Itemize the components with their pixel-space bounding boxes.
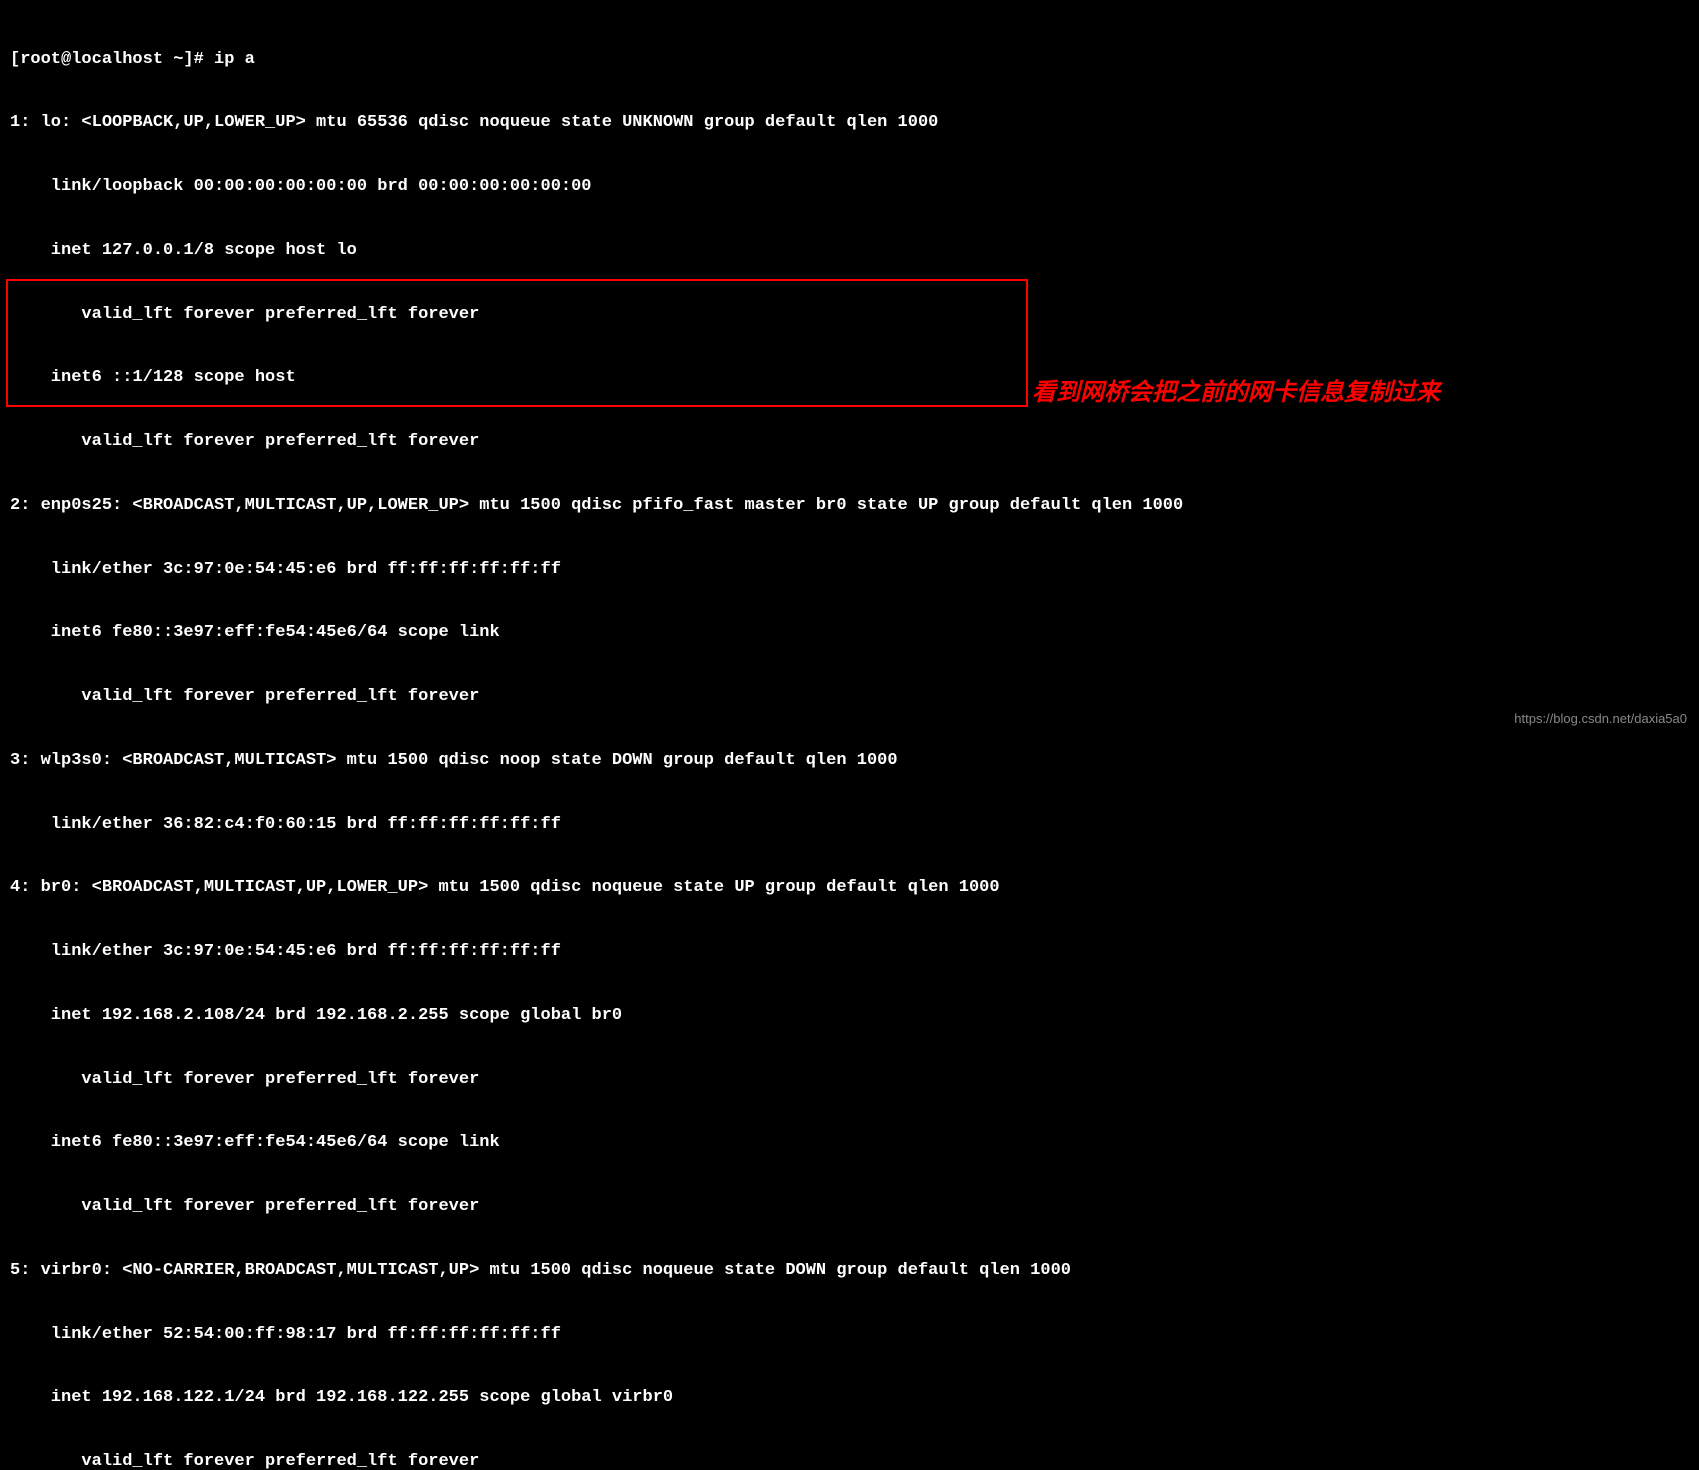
output-line: 2: enp0s25: <BROADCAST,MULTICAST,UP,LOWE… [10,495,1689,516]
output-line: inet6 fe80::3e97:eff:fe54:45e6/64 scope … [10,622,1689,643]
output-line: 1: lo: <LOOPBACK,UP,LOWER_UP> mtu 65536 … [10,112,1689,133]
watermark-text: https://blog.csdn.net/daxia5a0 [1514,711,1687,727]
output-line: 3: wlp3s0: <BROADCAST,MULTICAST> mtu 150… [10,750,1689,771]
output-line: valid_lft forever preferred_lft forever [10,1451,1689,1470]
output-line: valid_lft forever preferred_lft forever [10,686,1689,707]
output-line: link/ether 52:54:00:ff:98:17 brd ff:ff:f… [10,1324,1689,1345]
output-line: inet6 fe80::3e97:eff:fe54:45e6/64 scope … [10,1132,1689,1153]
output-line: link/ether 3c:97:0e:54:45:e6 brd ff:ff:f… [10,559,1689,580]
output-line: valid_lft forever preferred_lft forever [10,1069,1689,1090]
output-line: link/ether 36:82:c4:f0:60:15 brd ff:ff:f… [10,814,1689,835]
output-line: link/ether 3c:97:0e:54:45:e6 brd ff:ff:f… [10,941,1689,962]
output-line: inet 127.0.0.1/8 scope host lo [10,240,1689,261]
output-line: link/loopback 00:00:00:00:00:00 brd 00:0… [10,176,1689,197]
output-line: valid_lft forever preferred_lft forever [10,1196,1689,1217]
output-line: inet 192.168.122.1/24 brd 192.168.122.25… [10,1387,1689,1408]
prompt-line: [root@localhost ~]# ip a [10,49,1689,70]
output-line: 4: br0: <BROADCAST,MULTICAST,UP,LOWER_UP… [10,877,1689,898]
output-line: inet 192.168.2.108/24 brd 192.168.2.255 … [10,1005,1689,1026]
output-line: 5: virbr0: <NO-CARRIER,BROADCAST,MULTICA… [10,1260,1689,1281]
output-line: inet6 ::1/128 scope host [10,367,1689,388]
output-line: valid_lft forever preferred_lft forever [10,304,1689,325]
output-line: valid_lft forever preferred_lft forever [10,431,1689,452]
terminal-output[interactable]: [root@localhost ~]# ip a 1: lo: <LOOPBAC… [10,6,1689,1470]
